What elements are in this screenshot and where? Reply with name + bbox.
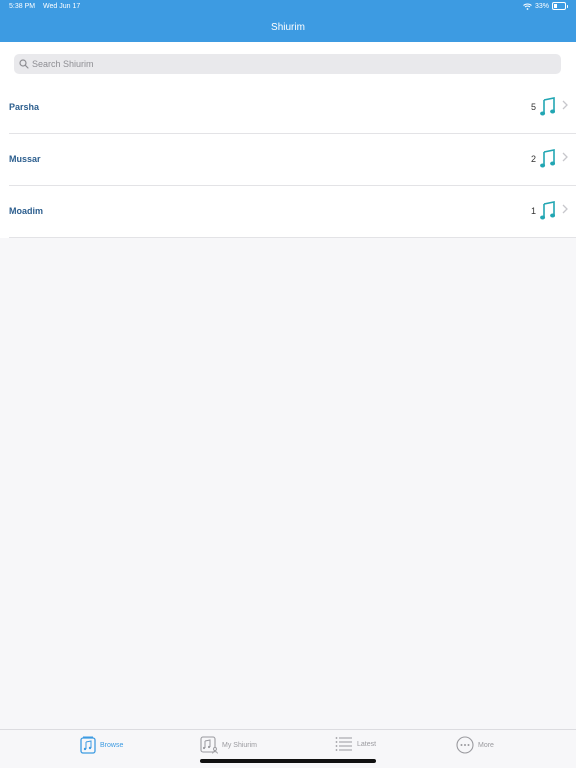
battery-percent: 33%: [534, 2, 549, 10]
category-label: Parsha: [9, 102, 40, 112]
category-row-parsha[interactable]: Parsha 5: [0, 82, 576, 134]
category-label: Mussar: [9, 154, 41, 164]
category-row-mussar[interactable]: Mussar 2: [0, 134, 576, 186]
home-indicator: [200, 759, 376, 763]
ellipsis-circle-icon: [456, 736, 474, 754]
status-bar-right: 33%: [523, 2, 568, 10]
tab-label: Latest: [357, 740, 377, 748]
chevron-right-icon: [562, 204, 568, 214]
wifi-icon: [523, 3, 532, 10]
category-count: 5: [530, 102, 536, 112]
category-row-moadim[interactable]: Moadim 1: [0, 186, 576, 238]
status-date: Wed Jun 17: [43, 3, 81, 10]
page-title: Shiurim: [271, 22, 305, 33]
battery-icon: [552, 2, 568, 10]
search-bar[interactable]: [14, 54, 561, 74]
status-bar-left: 5:38 PM Wed Jun 17: [9, 3, 80, 10]
tab-bar: Browse My Shiurim Latest More: [0, 729, 576, 768]
list-icon: [335, 737, 352, 751]
category-list: Parsha 5 Mussar 2 Moadim 1: [0, 82, 576, 238]
tab-latest[interactable]: Latest: [335, 736, 376, 752]
tab-browse[interactable]: Browse: [80, 736, 123, 754]
tab-label: My Shiurim: [222, 741, 258, 749]
my-shiurim-icon: [200, 736, 218, 754]
music-note-icon: [540, 201, 555, 220]
chevron-right-icon: [562, 152, 568, 162]
category-label: Moadim: [9, 206, 44, 216]
status-time: 5:38 PM: [9, 3, 36, 10]
category-count: 1: [530, 206, 536, 216]
tab-my-shiurim[interactable]: My Shiurim: [200, 736, 257, 754]
music-note-icon: [540, 97, 555, 116]
search-icon: [19, 59, 29, 69]
search-input[interactable]: [32, 59, 512, 69]
music-note-icon: [540, 149, 555, 168]
category-count: 2: [530, 154, 536, 164]
tab-label: More: [478, 741, 494, 749]
music-folder-icon: [80, 736, 96, 754]
nav-header: 5:38 PM Wed Jun 17 33% Shiurim: [0, 0, 576, 42]
tab-more[interactable]: More: [456, 736, 494, 754]
search-area: [0, 42, 576, 82]
tab-label: Browse: [100, 741, 124, 749]
chevron-right-icon: [562, 100, 568, 110]
